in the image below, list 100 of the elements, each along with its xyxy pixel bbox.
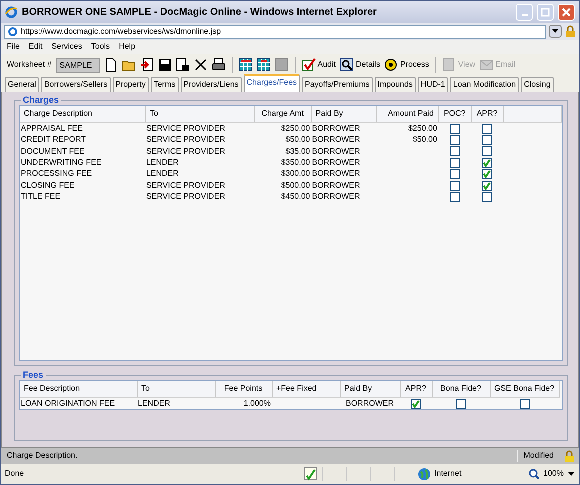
section-title: Fees [22,371,45,380]
tab[interactable]: Closing [521,77,554,92]
tab[interactable]: Charges/Fees [244,74,300,92]
table-cell-text: UNDERWRITING FEE [20,156,103,168]
table-cell: $250.00 [254,122,312,134]
table-cell: BORROWER [340,398,400,409]
table-cell: $250.00 [376,122,438,134]
column-header: To [137,381,215,398]
menu-item[interactable]: Services [52,41,82,53]
checkbox[interactable] [482,192,492,202]
checkbox[interactable] [450,135,460,146]
tab[interactable]: Borrowers/Sellers [41,77,111,92]
zone-text: Internet [434,468,463,480]
table-cell-text: BORROWER [311,146,362,157]
worksheet-field[interactable]: SAMPLE [56,58,100,72]
table-cell: SERVICE PROVIDER [145,122,254,134]
zoom-level[interactable]: 100% [544,468,564,480]
grid-icon [238,58,253,72]
checkbox[interactable] [520,398,530,409]
menu-item[interactable]: Edit [28,41,43,53]
table-cell: APPRAISAL FEE [20,122,146,134]
close-icon [562,8,571,16]
globe-icon [418,468,431,480]
table-cell-text: BORROWER [311,180,362,191]
table-cell-text: SERVICE PROVIDER [145,191,226,202]
save-button[interactable] [158,58,172,72]
checkbox[interactable] [482,158,492,168]
padlock-icon [564,450,575,462]
table-cell-text: $50.00 [412,134,438,146]
checkbox[interactable] [482,180,492,191]
status-text: Done [5,468,26,480]
checkbox[interactable] [482,169,492,180]
checkbox[interactable] [450,158,460,168]
tab[interactable]: HUD-1 [418,77,448,92]
toolbar-button[interactable]: Details [340,58,380,72]
column-header: To [145,106,254,122]
window-title: BORROWER ONE SAMPLE - DocMagic Online - Windows Internet Explorer [22,6,378,20]
dropdown-button[interactable] [549,25,562,38]
table-cell-text: LENDER [145,156,180,168]
checkbox[interactable] [450,169,460,180]
table-cell-text: TITLE FEE [20,191,62,202]
column-header: Bona Fide? [432,381,490,398]
grid-icon [256,58,271,72]
toolbar-button[interactable]: Process [384,58,430,72]
tab[interactable]: Terms [150,77,179,92]
checkbox[interactable] [482,146,492,156]
table-cell-text: SERVICE PROVIDER [145,180,226,191]
table-cell: BORROWER [311,122,377,134]
caret-icon [552,29,559,34]
table-cell-text: $350.00 [280,156,312,168]
padlock-icon [565,25,576,38]
checkbox[interactable] [450,124,460,134]
table-cell-text: LENDER [145,168,180,180]
print-icon [212,58,226,72]
zoom-icon [528,468,540,480]
import-button[interactable] [140,58,154,72]
table-cell: LOAN ORIGINATION FEE [20,398,137,409]
checkbox[interactable] [450,180,460,191]
column-header: Amount Paid [376,106,438,122]
status-state: Modified [516,450,560,462]
grid-button[interactable] [238,58,253,72]
column-header: APR? [400,381,432,398]
new-document-button[interactable] [104,58,118,72]
column-header: GSE Bona Fide? [490,381,560,398]
tab[interactable]: General [5,77,40,92]
table-cell: 1.000% [215,398,272,409]
menu-item[interactable]: Help [119,41,136,53]
checkbox[interactable] [456,398,466,409]
column-header: Fee Points [215,381,272,398]
section-title: Charges [22,96,60,105]
menu-item[interactable]: File [7,41,20,53]
tab[interactable]: Impounds [374,77,416,92]
table-cell-text: $500.00 [280,180,312,191]
tab[interactable]: Property [112,77,149,92]
checkbox[interactable] [450,192,460,202]
table-cell-text: DOCUMENT FEE [20,146,86,157]
checkbox[interactable] [482,135,492,146]
save-as-button[interactable] [176,58,190,72]
tab[interactable]: Loan Modification [450,77,520,92]
address-field[interactable]: https://www.docmagic.com/webservices/ws/dmonline.jsp [4,24,546,38]
table-cell-text: $50.00 [284,134,312,146]
table-cell-text: BORROWER [311,191,362,202]
checkbox[interactable] [482,124,492,134]
tab[interactable]: Payoffs/Premiums [302,77,373,92]
checkbox[interactable] [450,146,460,156]
menu-item[interactable]: Tools [91,41,110,53]
toolbar-button[interactable]: Audit [302,58,336,72]
delete-button[interactable] [194,58,208,72]
print-button[interactable] [212,58,226,72]
column-header: +Fee Fixed [272,381,340,398]
checkbox[interactable] [411,398,421,409]
checkmark-icon [302,58,316,72]
tab[interactable]: Providers/Liens [180,77,242,92]
table-cell-text: $450.00 [280,191,312,202]
status-message: Charge Description. [7,450,79,462]
document-icon [442,58,456,72]
table-cell-text: BORROWER [311,134,362,146]
grid-button[interactable] [256,58,271,72]
close-button[interactable] [558,4,575,20]
new-document-icon [104,58,118,72]
